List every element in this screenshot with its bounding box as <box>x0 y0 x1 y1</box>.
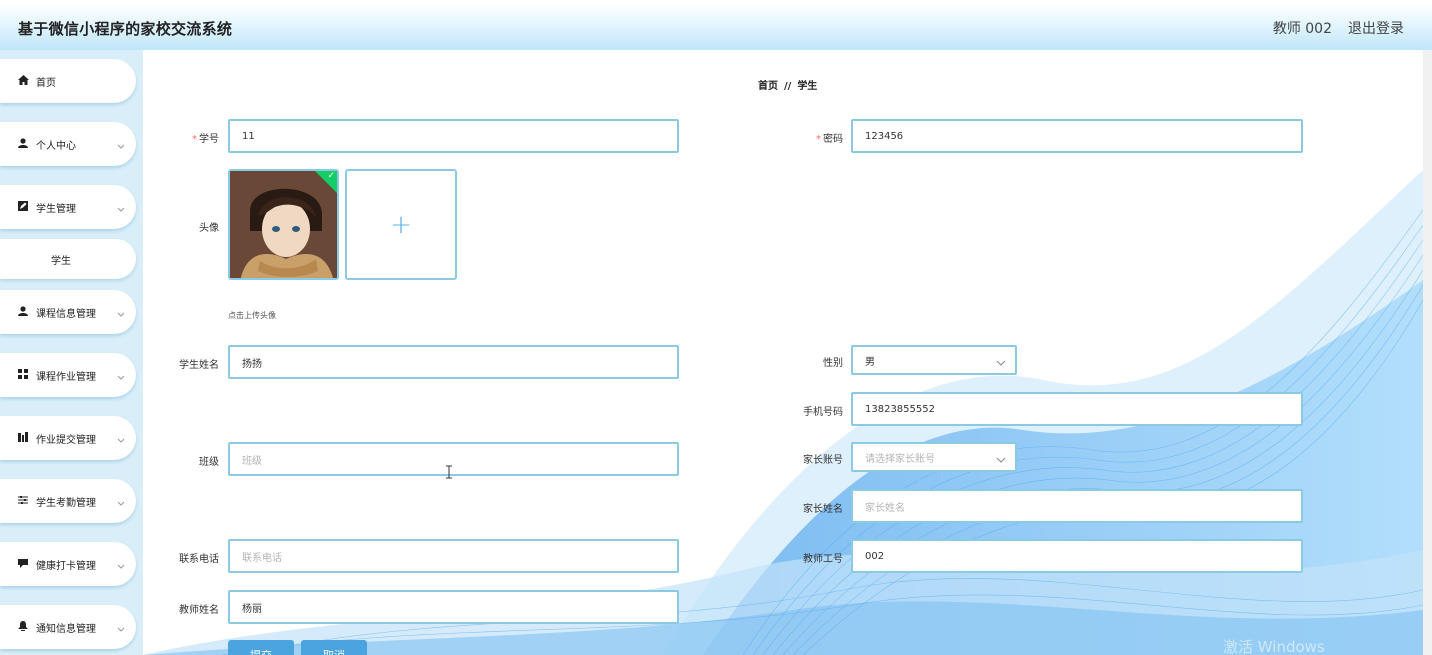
chevron-down-icon <box>116 430 126 443</box>
top-header: 基于微信小程序的家校交流系统 教师 002 退出登录 <box>0 0 1432 50</box>
sliders-icon <box>17 494 29 506</box>
avatar-upload-hint: 点击上传头像 <box>228 311 276 320</box>
sidebar-item-home[interactable]: 首页 <box>0 59 136 103</box>
chevron-down-icon <box>116 136 126 149</box>
sidebar-item-health-checkin[interactable]: 健康打卡管理 <box>0 542 136 586</box>
submit-button[interactable]: 提交 <box>228 640 294 655</box>
chevron-down-icon <box>116 493 126 506</box>
cancel-button[interactable]: 取消 <box>301 640 367 655</box>
chevron-down-icon <box>995 454 1007 466</box>
gender-select[interactable]: 男 <box>851 345 1017 375</box>
vertical-scrollbar[interactable] <box>1423 50 1432 655</box>
class-label: 班级 <box>199 457 219 468</box>
breadcrumb: 首页 // 学生 <box>758 77 817 92</box>
breadcrumb-current: 学生 <box>797 81 818 92</box>
student-id-input[interactable]: 11 <box>228 119 679 153</box>
text-cursor-icon <box>445 464 453 479</box>
parent-account-label: 家长账号 <box>803 455 843 466</box>
sidebar-item-label: 学生考勤管理 <box>36 497 96 509</box>
grid-icon <box>17 368 29 380</box>
teacher-name-input[interactable]: 杨丽 <box>228 590 679 624</box>
sidebar-item-label: 首页 <box>36 77 56 89</box>
password-input[interactable]: 123456 <box>851 119 1303 153</box>
contact-phone-input[interactable]: 联系电话 <box>228 539 679 573</box>
phone-label: 手机号码 <box>803 407 843 418</box>
sidebar-item-label: 学生 <box>51 255 71 267</box>
windows-activation-watermark: 激活 Windows <box>1223 638 1325 655</box>
sidebar-item-student-management[interactable]: 学生管理 <box>0 185 136 229</box>
teacher-name-label: 教师姓名 <box>179 605 219 616</box>
current-user: 教师 002 <box>1272 21 1332 37</box>
check-icon: ✓ <box>327 171 335 181</box>
avatar-upload-button[interactable]: + <box>345 169 457 280</box>
parent-account-select[interactable]: 请选择家长账号 <box>851 442 1017 472</box>
sidebar-item-homework-submission[interactable]: 作业提交管理 <box>0 416 136 460</box>
contact-phone-label: 联系电话 <box>179 554 219 565</box>
user-icon <box>17 305 29 317</box>
sidebar-item-personal-center[interactable]: 个人中心 <box>0 122 136 166</box>
sidebar-item-course-homework[interactable]: 课程作业管理 <box>0 353 136 397</box>
chevron-down-icon <box>116 199 126 212</box>
chevron-down-icon <box>995 357 1007 369</box>
chevron-down-icon <box>116 619 126 632</box>
breadcrumb-separator: // <box>784 81 792 92</box>
student-name-label: 学生姓名 <box>179 360 219 371</box>
student-name-input[interactable]: 扬扬 <box>228 345 679 379</box>
logout-link[interactable]: 退出登录 <box>1348 18 1404 38</box>
gender-value: 男 <box>865 356 875 368</box>
home-icon <box>17 74 29 86</box>
avatar-label: 头像 <box>199 223 219 234</box>
sidebar-item-label: 健康打卡管理 <box>36 560 96 572</box>
main-content: 首页 // 学生 * 学号 11 * 密码 123456 头像 ✓ + 点击上传头像 学… <box>143 50 1423 655</box>
sidebar-item-label: 通知信息管理 <box>36 623 96 635</box>
sidebar-item-label: 学生管理 <box>36 203 76 215</box>
teacher-id-label: 教师工号 <box>803 554 843 565</box>
sidebar-item-course-info[interactable]: 课程信息管理 <box>0 290 136 334</box>
parent-name-input[interactable]: 家长姓名 <box>851 489 1303 523</box>
sidebar-subitem-student[interactable]: 学生 <box>0 239 136 279</box>
chart-icon <box>17 431 29 443</box>
sidebar-item-label: 个人中心 <box>36 140 76 152</box>
chevron-down-icon <box>116 304 126 317</box>
sidebar-item-label: 作业提交管理 <box>36 434 96 446</box>
sidebar: 首页 个人中心 学生管理 学生 课程信息管理 课程作业管理 作业提交管理 学生考… <box>0 50 143 655</box>
gender-label: 性别 <box>823 358 843 369</box>
app-title: 基于微信小程序的家校交流系统 <box>18 20 233 38</box>
sidebar-item-notifications[interactable]: 通知信息管理 <box>0 605 136 649</box>
user-icon <box>17 137 29 149</box>
bell-icon <box>17 620 29 632</box>
phone-input[interactable]: 13823855552 <box>851 392 1303 426</box>
avatar-image[interactable]: ✓ <box>228 169 339 280</box>
sidebar-item-attendance[interactable]: 学生考勤管理 <box>0 479 136 523</box>
student-id-label: * 学号 <box>192 134 219 145</box>
breadcrumb-home[interactable]: 首页 <box>758 81 778 92</box>
sidebar-item-label: 课程信息管理 <box>36 308 96 320</box>
class-input[interactable]: 班级 <box>228 442 679 476</box>
teacher-id-input[interactable]: 002 <box>851 539 1303 573</box>
password-label: * 密码 <box>816 134 843 145</box>
parent-account-placeholder: 请选择家长账号 <box>865 453 935 465</box>
parent-name-label: 家长姓名 <box>803 504 843 515</box>
chevron-down-icon <box>116 556 126 569</box>
sidebar-item-label: 课程作业管理 <box>36 371 96 383</box>
chat-icon <box>17 557 29 569</box>
plus-icon: + <box>390 209 412 240</box>
edit-icon <box>17 200 29 212</box>
chevron-down-icon <box>116 367 126 380</box>
